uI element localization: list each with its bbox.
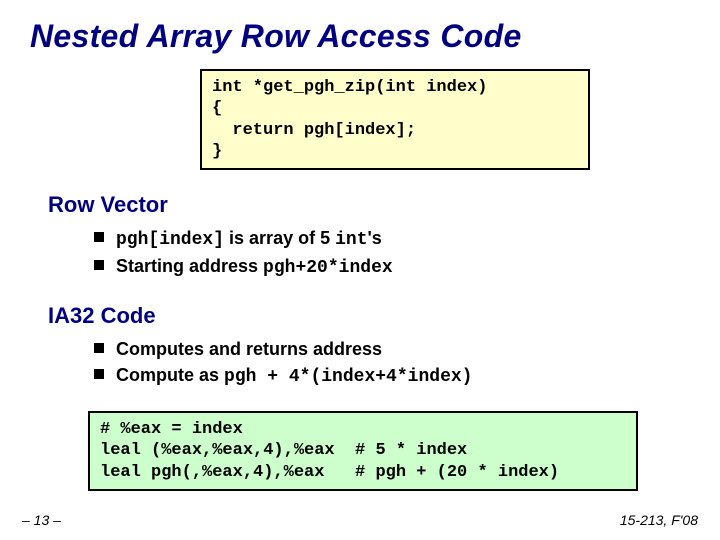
bullets-ia32-code: Computes and returns address Compute as …: [94, 337, 720, 390]
text-plain: 's: [368, 228, 382, 248]
text-plain: Starting address: [116, 256, 263, 276]
text-code: pgh[index]: [116, 230, 224, 250]
text-code: pgh+20*index: [263, 258, 393, 278]
bullet-icon: [94, 260, 104, 270]
list-item: pgh[index] is array of 5 int's: [94, 226, 720, 252]
list-item: Compute as pgh + 4*(index+4*index): [94, 363, 720, 389]
code-block-c: int *get_pgh_zip(int index) { return pgh…: [200, 69, 590, 170]
code-block-asm: # %eax = index leal (%eax,%eax,4),%eax #…: [88, 411, 638, 491]
text-plain: Compute as: [116, 365, 224, 385]
page-title: Nested Array Row Access Code: [0, 0, 720, 55]
text-plain: Computes and returns address: [116, 339, 382, 359]
list-item: Starting address pgh+20*index: [94, 254, 720, 280]
text-plain: is array of 5: [224, 228, 335, 248]
section-heading-row-vector: Row Vector: [48, 192, 720, 218]
bullet-icon: [94, 343, 104, 353]
section-heading-ia32-code: IA32 Code: [48, 303, 720, 329]
text-code: pgh + 4*(index+4*index): [224, 367, 472, 387]
bullet-text: pgh[index] is array of 5 int's: [116, 226, 382, 252]
text-code: int: [335, 230, 367, 250]
bullets-row-vector: pgh[index] is array of 5 int's Starting …: [94, 226, 720, 281]
bullet-text: Starting address pgh+20*index: [116, 254, 393, 280]
course-label: 15-213, F'08: [620, 512, 698, 528]
bullet-icon: [94, 369, 104, 379]
slide-number: – 13 –: [22, 512, 61, 528]
bullet-icon: [94, 232, 104, 242]
bullet-text: Computes and returns address: [116, 337, 382, 361]
bullet-text: Compute as pgh + 4*(index+4*index): [116, 363, 472, 389]
list-item: Computes and returns address: [94, 337, 720, 361]
slide: Nested Array Row Access Code int *get_pg…: [0, 0, 720, 540]
